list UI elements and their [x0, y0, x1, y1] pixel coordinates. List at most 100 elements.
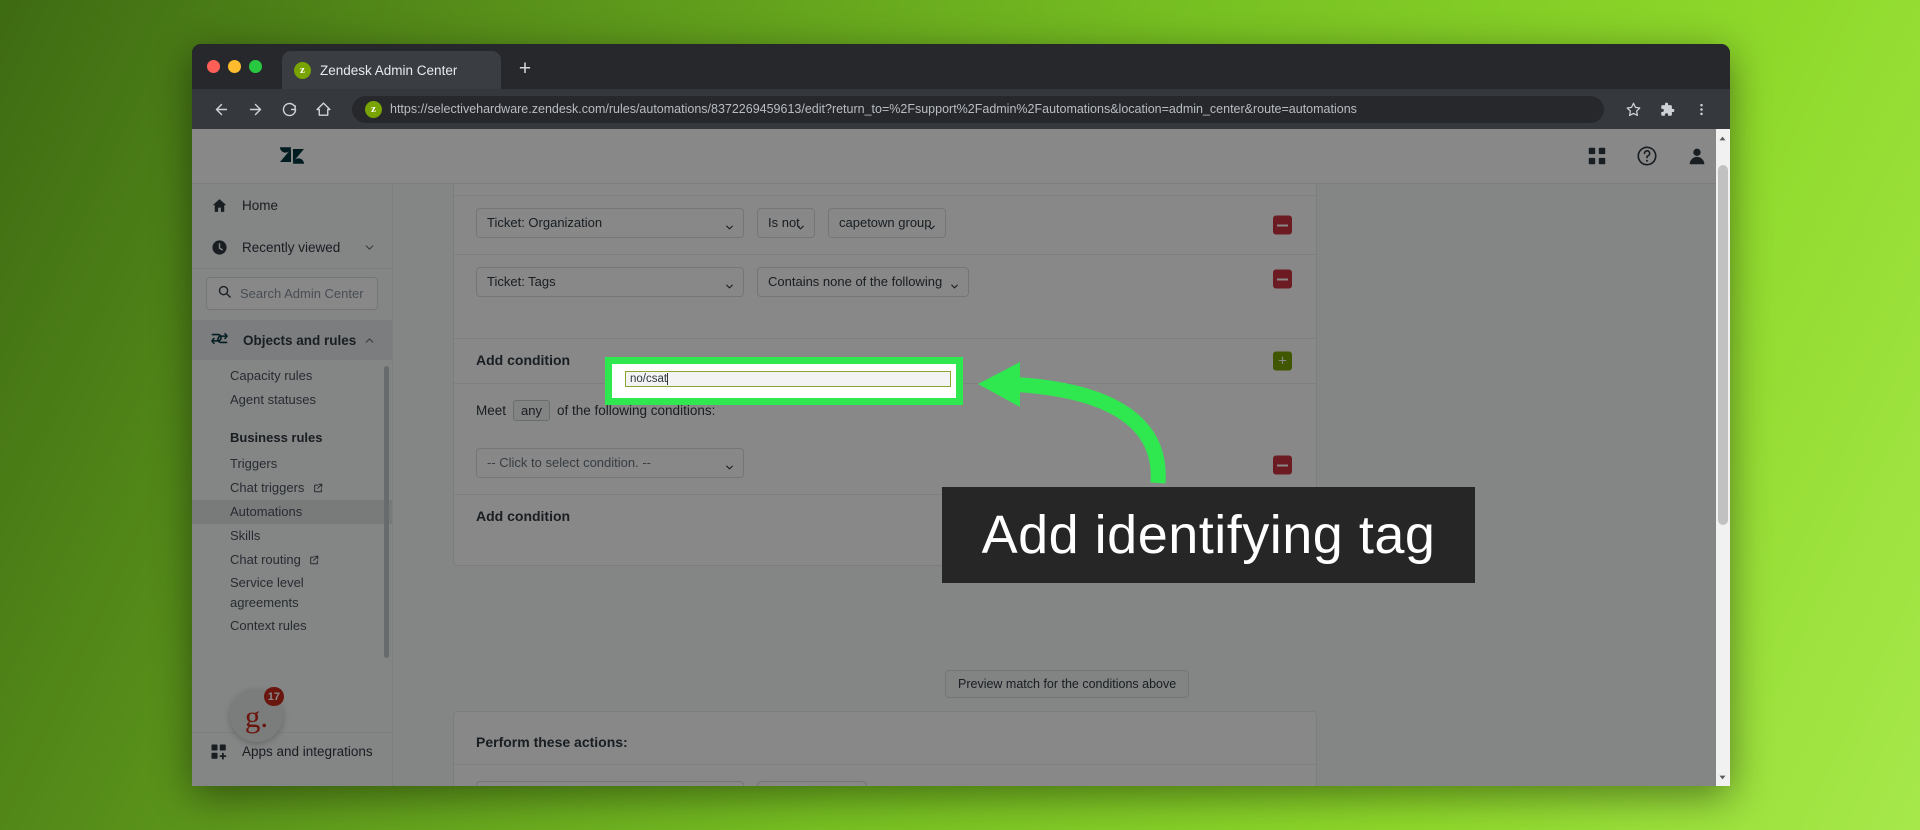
preview-match-button[interactable]: Preview match for the conditions above — [945, 670, 1190, 698]
sidebar-item-label: Chat routing — [230, 552, 301, 567]
add-condition-button[interactable]: + — [1273, 351, 1292, 371]
help-circle-icon[interactable] — [1636, 145, 1658, 167]
condition-operator-select-wrap: Is not — [757, 207, 815, 243]
zendesk-logo[interactable] — [192, 129, 392, 183]
grid-apps-icon[interactable] — [1586, 145, 1608, 167]
sidebar-item-context-rules[interactable]: Context rules — [192, 614, 392, 638]
forward-arrow-icon[interactable] — [240, 94, 270, 124]
add-condition-any-link[interactable]: Add condition — [476, 508, 570, 524]
condition-field-select[interactable]: Ticket: Organization — [476, 207, 744, 238]
condition-row: Ticket: Organization Is not capetown gro… — [454, 196, 1316, 255]
window-scroll-down-arrow-icon[interactable] — [1716, 770, 1729, 784]
external-link-icon — [313, 477, 323, 501]
three-dot-menu-icon[interactable] — [1686, 94, 1716, 124]
condition-operator-select-wrap: Contains none of the following — [757, 266, 969, 302]
condition-row-empty: -- Click to select condition. -- — [454, 436, 1316, 495]
home-icon — [210, 196, 228, 214]
conditions-card: Ticket: Privacy Ticket has public commen… — [453, 184, 1317, 566]
url-text: https://selectivehardware.zendesk.com/ru… — [390, 102, 1357, 116]
sidebar-item-skills[interactable]: Skills — [192, 524, 392, 548]
puzzle-icon[interactable] — [1652, 94, 1682, 124]
site-favicon-icon: z — [365, 100, 382, 118]
zendesk-app-header — [192, 129, 1730, 184]
browser-window: z Zendesk Admin Center + z https://selec… — [192, 44, 1730, 786]
condition-operator-select[interactable]: Contains none of the following — [757, 266, 969, 297]
remove-condition-button[interactable] — [1273, 215, 1292, 235]
reload-icon[interactable] — [274, 94, 304, 124]
action-field-select[interactable]: Notifications: Email user — [476, 780, 744, 786]
guide-badge-count: 17 — [263, 687, 284, 706]
url-address-bar[interactable]: z https://selectivehardware.zendesk.com/… — [352, 95, 1604, 123]
condition-operator-select[interactable]: Is not — [757, 207, 815, 238]
search-input[interactable]: Search Admin Center — [206, 277, 378, 310]
home-icon[interactable] — [308, 94, 338, 124]
sidebar-item-chat-routing[interactable]: Chat routing — [192, 548, 392, 572]
back-arrow-icon[interactable] — [206, 94, 236, 124]
action-field-select-wrap: Notifications: Email user — [476, 780, 744, 786]
star-icon[interactable] — [1618, 94, 1648, 124]
action-value-select[interactable]: (requester) — [757, 780, 867, 786]
condition-field-select[interactable]: Ticket: Tags — [476, 266, 744, 297]
clock-icon — [210, 238, 228, 256]
condition-field-select-wrap: Ticket: Tags — [476, 266, 744, 302]
condition-row: Ticket: Privacy Ticket has public commen… — [454, 184, 1316, 196]
sidebar-item-apps-and-integrations[interactable]: Apps and integrations — [192, 733, 392, 786]
meet-any-chip[interactable]: any — [513, 400, 550, 421]
window-scrollbar-thumb[interactable] — [1718, 165, 1728, 525]
sidebar-item-capacity-rules[interactable]: Capacity rules — [192, 364, 392, 388]
sidebar-item-chat-triggers[interactable]: Chat triggers — [192, 476, 392, 500]
toolbar-right-actions — [1618, 94, 1716, 124]
condition-row: Ticket: Tags Contains none of the follow… — [454, 255, 1316, 339]
remove-condition-button[interactable] — [1273, 269, 1292, 289]
sidebar-item-label: Apps and integrations — [242, 744, 373, 759]
guide-launcher-button[interactable]: g. 17 — [230, 687, 284, 742]
maximize-window-button[interactable] — [249, 60, 262, 73]
sidebar-scrollbar[interactable] — [384, 366, 389, 658]
browser-tab[interactable]: z Zendesk Admin Center — [282, 51, 501, 89]
close-window-button[interactable] — [207, 60, 220, 73]
window-scrollbar-track[interactable] — [1716, 129, 1730, 786]
sidebar-item-triggers[interactable]: Triggers — [192, 452, 392, 476]
sidebar-item-label: Home — [242, 197, 279, 213]
sidebar-search-wrapper: Search Admin Center — [192, 268, 392, 320]
sidebar-item-automations[interactable]: Automations — [192, 500, 392, 524]
add-condition-any-row: Add condition — [454, 495, 1316, 539]
action-row: Notifications: Email user (requester) — [454, 765, 1316, 786]
chevron-up-icon — [363, 334, 376, 347]
guide-launcher-glyph: g. — [244, 699, 269, 734]
add-condition-all-link[interactable]: Add condition — [476, 352, 570, 368]
sidebar-group-objects-and-rules[interactable]: Objects and rules — [192, 320, 392, 360]
external-link-icon — [309, 549, 319, 573]
actions-title: Perform these actions: — [454, 712, 1316, 765]
minimize-window-button[interactable] — [228, 60, 241, 73]
sidebar-bottom-section: Apps and integrations — [192, 732, 392, 786]
condition-placeholder-select[interactable]: -- Click to select condition. -- — [476, 447, 744, 478]
sidebar-item-label: Chat triggers — [230, 480, 305, 495]
chevron-down-icon — [363, 241, 376, 254]
admin-sidebar: Home Recently viewed Search Admin Center… — [192, 184, 393, 786]
card-spacer — [454, 539, 1316, 565]
main-content: Ticket: Privacy Ticket has public commen… — [393, 184, 1730, 786]
sidebar-item-label: Recently viewed — [242, 239, 341, 255]
sidebar-item-agent-statuses[interactable]: Agent statuses — [192, 388, 392, 412]
sidebar-item-home[interactable]: Home — [192, 184, 392, 226]
zendesk-body: Home Recently viewed Search Admin Center… — [192, 184, 1730, 786]
user-avatar-icon[interactable] — [1686, 145, 1708, 167]
window-scroll-up-arrow-icon[interactable] — [1716, 131, 1729, 145]
page-viewport: Home Recently viewed Search Admin Center… — [192, 129, 1730, 786]
meet-any-row: Meet any of the following conditions: — [454, 384, 1316, 436]
sidebar-item-service-level-agreements[interactable]: Service level agreements — [192, 572, 392, 614]
desktop-background: z Zendesk Admin Center + z https://selec… — [0, 0, 1920, 830]
browser-tab-title: Zendesk Admin Center — [320, 62, 458, 78]
meet-prefix-text: Meet — [476, 403, 507, 418]
new-tab-button[interactable]: + — [514, 58, 536, 79]
window-traffic-lights — [207, 60, 262, 73]
sidebar-item-recently-viewed[interactable]: Recently viewed — [192, 226, 392, 268]
browser-tab-strip: z Zendesk Admin Center + — [192, 44, 1730, 89]
browser-url-toolbar: z https://selectivehardware.zendesk.com/… — [192, 89, 1730, 129]
sidebar-section-business-rules: Business rules — [230, 430, 323, 445]
condition-value-select-wrap: capetown group — [828, 207, 946, 243]
objects-rules-icon — [210, 329, 229, 351]
remove-condition-button[interactable] — [1273, 455, 1292, 475]
condition-value-select[interactable]: capetown group — [828, 207, 946, 238]
